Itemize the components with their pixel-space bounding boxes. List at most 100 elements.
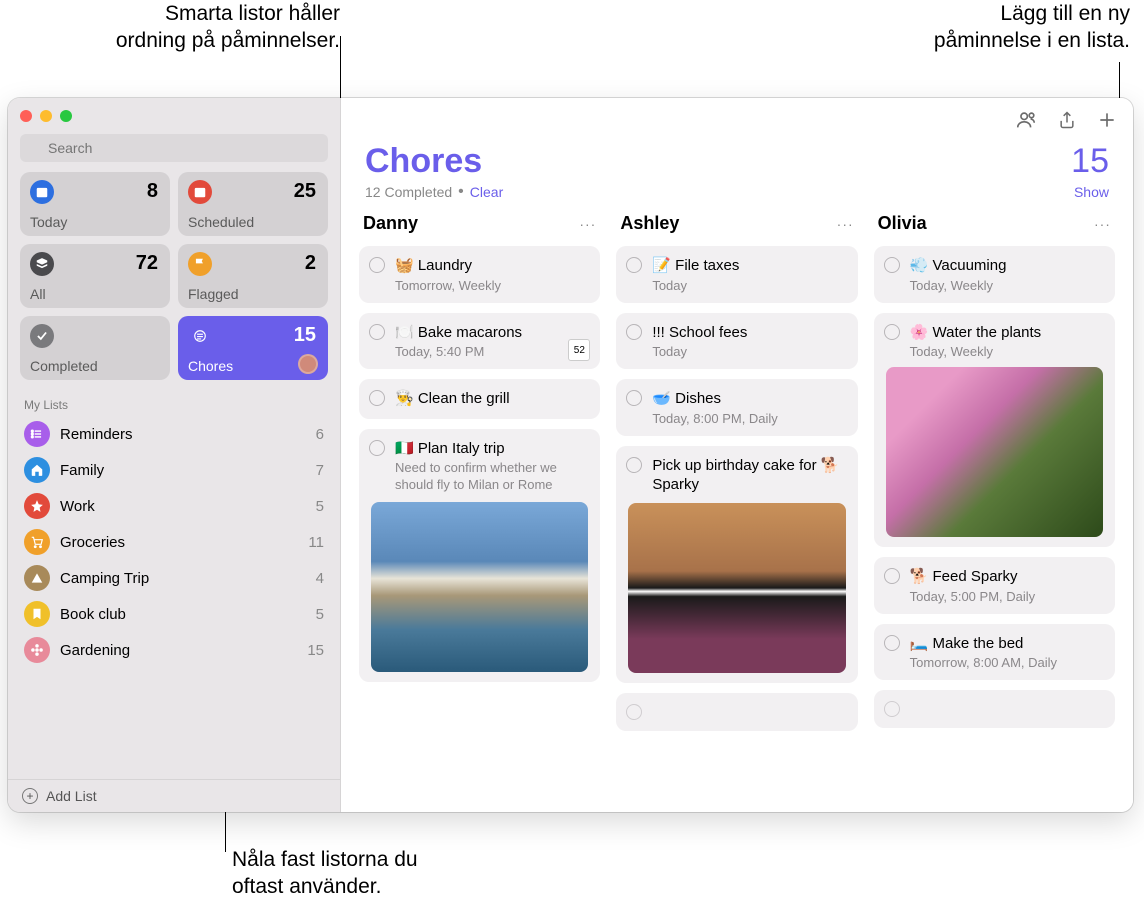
reminder-title: Pick up birthday cake for 🐕 Sparky xyxy=(652,456,845,495)
my-lists-header: My Lists xyxy=(8,390,340,416)
reminder-card[interactable]: !!! School feesToday xyxy=(616,313,857,370)
complete-radio[interactable] xyxy=(884,568,900,584)
tent-icon xyxy=(24,565,50,591)
add-reminder-icon[interactable] xyxy=(1097,110,1117,130)
complete-radio[interactable] xyxy=(369,440,385,456)
reminder-card[interactable]: 🛏️ Make the bedTomorrow, 8:00 AM, Daily xyxy=(874,624,1115,681)
list-row-book-club[interactable]: Book club5 xyxy=(8,596,340,632)
smart-list-completed[interactable]: Completed xyxy=(20,316,170,380)
complete-radio[interactable] xyxy=(884,257,900,273)
reminder-card[interactable]: 🇮🇹 Plan Italy tripNeed to confirm whethe… xyxy=(359,429,600,682)
smart-list-chores[interactable]: 15Chores xyxy=(178,316,328,380)
star-icon xyxy=(24,493,50,519)
list-row-reminders[interactable]: Reminders 6 xyxy=(8,416,340,452)
reminder-title: 🧺 Laundry xyxy=(395,256,588,276)
smart-count: 72 xyxy=(136,252,158,275)
reminder-card[interactable]: 🐕 Feed Sparky Today, 5:00 PM, Daily xyxy=(874,557,1115,614)
search-input[interactable] xyxy=(20,134,328,162)
collaborate-icon[interactable] xyxy=(1015,109,1037,131)
complete-radio xyxy=(884,701,900,717)
smart-list-scheduled[interactable]: 25 Scheduled xyxy=(178,172,328,236)
reminder-subtitle: Today xyxy=(652,344,845,359)
column-title: Danny xyxy=(363,213,579,234)
list-name: Family xyxy=(60,462,306,479)
add-list-label: Add List xyxy=(46,788,97,804)
reminder-card[interactable]: 🌸 Water the plantsToday, Weekly xyxy=(874,313,1115,548)
reminder-card[interactable]: 📝 File taxes Today xyxy=(616,246,857,303)
reminder-subtitle: Tomorrow, 8:00 AM, Daily xyxy=(910,655,1103,670)
reminder-card[interactable]: 🧺 LaundryTomorrow, Weekly xyxy=(359,246,600,303)
scheduled-icon xyxy=(188,180,212,204)
toolbar xyxy=(341,98,1133,142)
smart-list-flagged[interactable]: 2Flagged xyxy=(178,244,328,308)
list-row-groceries[interactable]: Groceries11 xyxy=(8,524,340,560)
column-more-button[interactable]: ··· xyxy=(1094,216,1111,232)
column-more-button[interactable]: ··· xyxy=(837,216,854,232)
reminder-subtitle: Today xyxy=(652,278,845,293)
chores-icon xyxy=(188,324,212,348)
complete-radio[interactable] xyxy=(369,257,385,273)
smart-count: 2 xyxy=(305,252,316,275)
list-row-work[interactable]: Work5 xyxy=(8,488,340,524)
reminder-subtitle: Today, Weekly xyxy=(910,278,1103,293)
list-name: Camping Trip xyxy=(60,570,306,587)
callout-pin-lists: Nåla fast listorna duoftast använder. xyxy=(232,846,512,901)
sidebar: 8Today25Scheduled72All2FlaggedCompleted1… xyxy=(8,98,341,812)
list-count: 5 xyxy=(316,606,324,623)
list-count: 6 xyxy=(316,426,324,443)
smart-label: Scheduled xyxy=(188,214,254,230)
smart-count: 25 xyxy=(294,180,316,203)
column-more-button[interactable]: ··· xyxy=(579,216,596,232)
complete-radio[interactable] xyxy=(884,324,900,340)
fullscreen-button[interactable] xyxy=(60,110,72,122)
complete-radio[interactable] xyxy=(626,457,642,473)
reminder-subtitle: Today, 8:00 PM, Daily xyxy=(652,411,845,426)
list-count: 15 xyxy=(1071,142,1109,181)
show-button[interactable]: Show xyxy=(1074,184,1109,200)
new-reminder-placeholder[interactable] xyxy=(616,693,857,731)
list-count: 11 xyxy=(308,534,324,551)
smart-label: Chores xyxy=(188,358,233,374)
reminder-title: 👨‍🍳 Clean the grill xyxy=(395,389,588,409)
list-name: Reminders xyxy=(60,426,306,443)
smart-list-all[interactable]: 72 All xyxy=(20,244,170,308)
share-icon[interactable] xyxy=(1057,110,1077,130)
all-icon xyxy=(30,252,54,276)
reminder-card[interactable]: 👨‍🍳 Clean the grill xyxy=(359,379,600,419)
list-row-family[interactable]: Family 7 xyxy=(8,452,340,488)
reminder-note: Need to confirm whether we should fly to… xyxy=(395,460,588,494)
column-danny: Danny··· 🧺 LaundryTomorrow, Weekly 🍽️ Bake… xyxy=(359,211,600,802)
reminder-card[interactable]: 🥣 Dishes Today, 8:00 PM, Daily xyxy=(616,379,857,436)
new-reminder-placeholder[interactable] xyxy=(874,690,1115,728)
reminder-card[interactable]: 🍽️ Bake macaronsToday, 5:40 PM52 xyxy=(359,313,600,370)
clear-button[interactable]: Clear xyxy=(470,184,503,200)
reminder-subtitle: Today, 5:00 PM, Daily xyxy=(910,589,1103,604)
list-row-camping-trip[interactable]: Camping Trip4 xyxy=(8,560,340,596)
complete-radio[interactable] xyxy=(626,257,642,273)
list-count: 7 xyxy=(316,462,324,479)
complete-radio[interactable] xyxy=(369,390,385,406)
reminder-card[interactable]: 💨 VacuumingToday, Weekly xyxy=(874,246,1115,303)
add-list-button[interactable]: + Add List xyxy=(8,779,340,812)
completed-count: 12 Completed xyxy=(365,184,452,200)
reminder-title: 🇮🇹 Plan Italy trip xyxy=(395,439,588,459)
reminder-subtitle: Today, Weekly xyxy=(910,344,1103,359)
list-row-gardening[interactable]: Gardening15 xyxy=(8,632,340,668)
complete-radio[interactable] xyxy=(884,635,900,651)
complete-radio xyxy=(626,704,642,720)
close-button[interactable] xyxy=(20,110,32,122)
complete-radio[interactable] xyxy=(626,390,642,406)
smart-list-today[interactable]: 8Today xyxy=(20,172,170,236)
complete-radio[interactable] xyxy=(369,324,385,340)
window-controls xyxy=(8,98,340,134)
reminder-card[interactable]: Pick up birthday cake for 🐕 Sparky xyxy=(616,446,857,683)
reminder-title: 🐕 Feed Sparky xyxy=(910,567,1103,587)
reminder-title: 📝 File taxes xyxy=(652,256,845,276)
minimize-button[interactable] xyxy=(40,110,52,122)
list-icon xyxy=(24,421,50,447)
calendar-badge: 52 xyxy=(568,339,590,361)
smart-label: All xyxy=(30,286,46,302)
today-icon xyxy=(30,180,54,204)
reminder-title: 🥣 Dishes xyxy=(652,389,845,409)
complete-radio[interactable] xyxy=(626,324,642,340)
